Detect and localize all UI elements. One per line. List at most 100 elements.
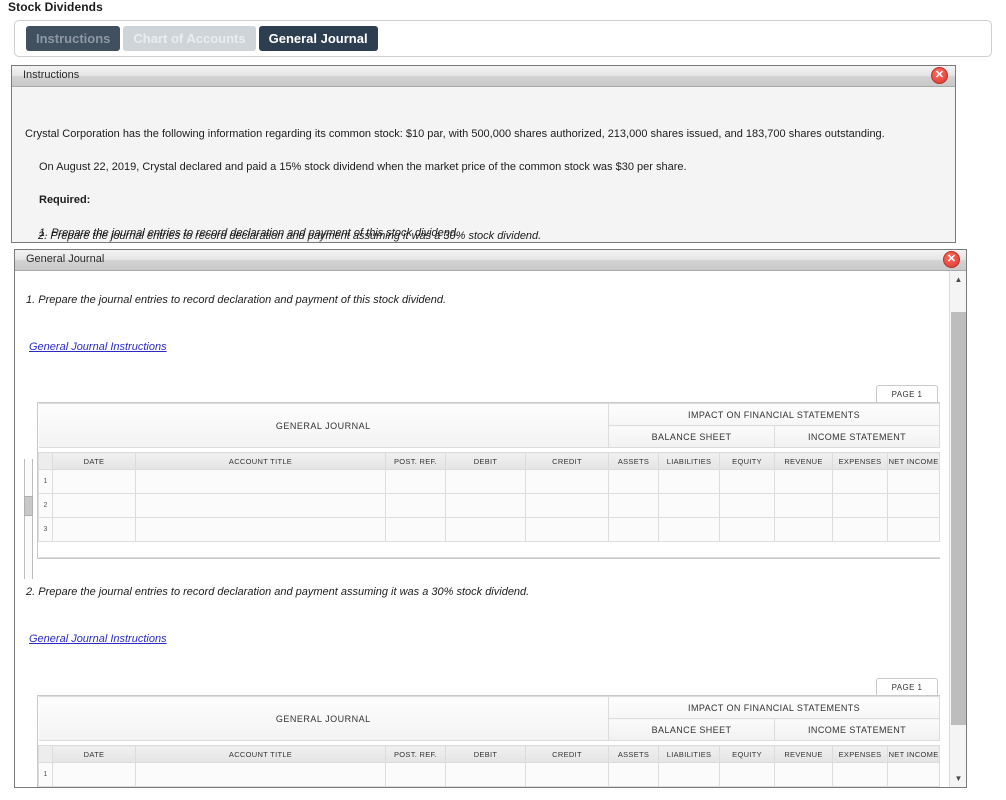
cell-liabilities[interactable]: [658, 517, 721, 542]
instructions-body: Crystal Corporation has the following in…: [12, 87, 955, 242]
scroll-down-arrow-icon[interactable]: ▼: [950, 770, 966, 787]
col-date: DATE: [52, 745, 136, 763]
cell-assets[interactable]: [608, 762, 660, 787]
cell-assets[interactable]: [608, 517, 660, 542]
tab-bar: Instructions Chart of Accounts General J…: [14, 20, 992, 57]
col-date: DATE: [52, 452, 136, 470]
cell-revenue[interactable]: [774, 517, 834, 542]
band-impact-on-financial-statements: IMPACT ON FINANCIAL STATEMENTS: [608, 696, 941, 719]
instructions-panel-title: Instructions: [23, 69, 80, 81]
cell-post-ref[interactable]: [385, 517, 446, 542]
tab-general-journal[interactable]: General Journal: [258, 26, 378, 51]
cell-net-income[interactable]: [887, 517, 941, 542]
row-number: 2: [38, 786, 53, 787]
table-row[interactable]: 1: [38, 762, 941, 787]
instructions-scrollbar-track[interactable]: [24, 459, 33, 579]
cell-account-title[interactable]: [135, 517, 386, 542]
table-row[interactable]: 3: [38, 517, 941, 542]
cell-credit[interactable]: [524, 469, 610, 494]
col-net-income: NET INCOME: [887, 745, 941, 763]
cell-revenue[interactable]: [774, 762, 834, 787]
cell-liabilities[interactable]: [658, 762, 721, 787]
section-1-requirement: 1. Prepare the journal entries to record…: [26, 294, 447, 306]
general-journal-panel-header: General Journal ✕: [15, 250, 966, 271]
cell-equity[interactable]: [719, 517, 776, 542]
cell-date[interactable]: [52, 517, 136, 542]
instructions-scrollbar-thumb[interactable]: [24, 496, 33, 516]
cell-assets[interactable]: [608, 786, 660, 787]
cell-liabilities[interactable]: [658, 469, 721, 494]
cell-debit[interactable]: [445, 517, 526, 542]
section-1-instructions-link[interactable]: General Journal Instructions: [29, 341, 167, 353]
cell-debit[interactable]: [445, 786, 526, 787]
band-balance-sheet: BALANCE SHEET: [608, 718, 776, 741]
cell-credit[interactable]: [524, 762, 610, 787]
band-general-journal: GENERAL JOURNAL: [38, 696, 609, 741]
table-row[interactable]: 1: [38, 469, 941, 494]
cell-equity[interactable]: [719, 762, 776, 787]
cell-revenue[interactable]: [774, 493, 834, 518]
cell-date[interactable]: [52, 786, 136, 787]
close-icon[interactable]: ✕: [931, 67, 948, 84]
cell-expenses[interactable]: [832, 762, 889, 787]
cell-post-ref[interactable]: [385, 786, 446, 787]
cell-account-title[interactable]: [135, 469, 386, 494]
instructions-paragraph-1: Crystal Corporation has the following in…: [25, 128, 885, 140]
band-income-statement: INCOME STATEMENT: [774, 425, 941, 448]
cell-revenue[interactable]: [774, 469, 834, 494]
tab-instructions[interactable]: Instructions: [26, 26, 121, 51]
cell-expenses[interactable]: [832, 517, 889, 542]
cell-date[interactable]: [52, 469, 136, 494]
cell-assets[interactable]: [608, 493, 660, 518]
cell-net-income[interactable]: [887, 786, 941, 787]
cell-net-income[interactable]: [887, 469, 941, 494]
section-2-page-tab[interactable]: PAGE 1: [876, 678, 938, 696]
instructions-requirement-2: 2. Prepare the journal entries to record…: [38, 230, 542, 242]
band-impact-on-financial-statements: IMPACT ON FINANCIAL STATEMENTS: [608, 403, 941, 426]
cell-debit[interactable]: [445, 762, 526, 787]
cell-expenses[interactable]: [832, 493, 889, 518]
band-income-statement: INCOME STATEMENT: [774, 718, 941, 741]
cell-expenses[interactable]: [832, 786, 889, 787]
col-expenses: EXPENSES: [832, 745, 889, 763]
cell-credit[interactable]: [524, 517, 610, 542]
cell-equity[interactable]: [719, 469, 776, 494]
close-icon[interactable]: ✕: [943, 251, 960, 268]
section-2-instructions-link[interactable]: General Journal Instructions: [29, 633, 167, 645]
table-row[interactable]: 2: [38, 786, 941, 787]
scroll-up-arrow-icon[interactable]: ▲: [950, 271, 966, 288]
cell-post-ref[interactable]: [385, 469, 446, 494]
cell-post-ref[interactable]: [385, 762, 446, 787]
cell-account-title[interactable]: [135, 493, 386, 518]
cell-equity[interactable]: [719, 786, 776, 787]
cell-account-title[interactable]: [135, 762, 386, 787]
table-row[interactable]: 2: [38, 493, 941, 518]
cell-revenue[interactable]: [774, 786, 834, 787]
band-balance-sheet: BALANCE SHEET: [608, 425, 776, 448]
row-number: 3: [38, 517, 53, 542]
scrollbar-thumb[interactable]: [951, 312, 966, 725]
tab-chart-of-accounts[interactable]: Chart of Accounts: [123, 26, 256, 51]
instructions-panel-header: Instructions ✕: [12, 66, 955, 87]
cell-debit[interactable]: [445, 469, 526, 494]
cell-credit[interactable]: [524, 493, 610, 518]
cell-liabilities[interactable]: [658, 786, 721, 787]
cell-debit[interactable]: [445, 493, 526, 518]
page-title: Stock Dividends: [8, 0, 103, 14]
instructions-paragraph-2: On August 22, 2019, Crystal declared and…: [39, 161, 687, 173]
row-number: 1: [38, 762, 53, 787]
cell-credit[interactable]: [524, 786, 610, 787]
section-1-page-tab[interactable]: PAGE 1: [876, 385, 938, 403]
cell-date[interactable]: [52, 493, 136, 518]
cell-assets[interactable]: [608, 469, 660, 494]
cell-date[interactable]: [52, 762, 136, 787]
row-number-header: [38, 452, 53, 470]
cell-liabilities[interactable]: [658, 493, 721, 518]
cell-net-income[interactable]: [887, 762, 941, 787]
cell-equity[interactable]: [719, 493, 776, 518]
general-journal-scrollbar[interactable]: ▲ ▼: [949, 271, 966, 787]
cell-net-income[interactable]: [887, 493, 941, 518]
cell-account-title[interactable]: [135, 786, 386, 787]
cell-expenses[interactable]: [832, 469, 889, 494]
cell-post-ref[interactable]: [385, 493, 446, 518]
